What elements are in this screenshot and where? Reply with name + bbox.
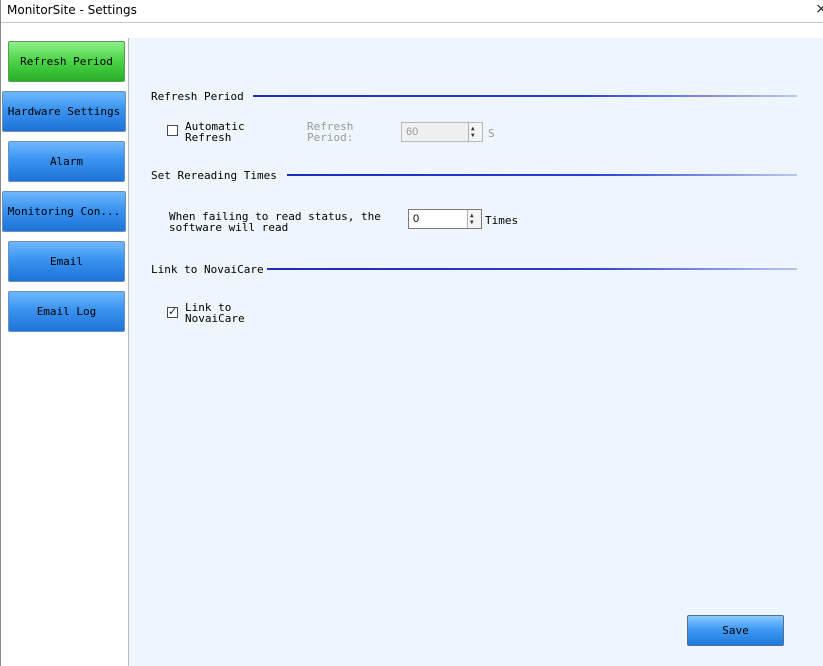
sidebar-item-label: Hardware Settings [7,105,121,118]
save-button[interactable]: Save [687,615,784,646]
section-divider [253,95,797,97]
stepper-arrows[interactable]: ▲ ▼ [468,123,482,141]
rereading-heading: Set Rereading Times [151,169,277,182]
automatic-refresh-label: Automatic Refresh [185,120,245,144]
sidebar-item-label: Refresh Period [20,55,113,68]
close-icon[interactable]: × [815,1,823,17]
sidebar-item-hardware-settings[interactable]: Hardware Settings [2,91,126,132]
sidebar: Refresh Period Hardware Settings Alarm M… [1,38,129,666]
sidebar-item-label: Alarm [49,155,84,168]
sidebar-item-refresh-period[interactable]: Refresh Period [8,41,125,82]
rereading-times-unit: Times [485,214,519,227]
sidebar-item-email[interactable]: Email [8,241,125,282]
arrow-down-icon[interactable]: ▼ [470,220,474,226]
sidebar-item-label: Email Log [36,305,97,318]
refresh-period-label: Refresh Period: [307,120,354,144]
rereading-description: When failing to read status, the softwar… [169,210,381,234]
link-novaicare-checkbox[interactable]: ✓ [167,305,178,318]
arrow-down-icon[interactable]: ▼ [471,133,475,139]
rereading-times-value: 0 [413,213,420,225]
refresh-period-value: 60 [406,126,419,138]
automatic-refresh-checkbox[interactable] [167,125,178,136]
novaicare-heading: Link to NovaiCare [151,263,264,276]
sidebar-item-label: Monitoring Con... [7,205,121,218]
settings-panel: Refresh Period Automatic Refresh Refresh… [129,38,823,666]
sidebar-item-alarm[interactable]: Alarm [8,141,125,182]
settings-window: MonitorSite - Settings × Refresh Period … [0,0,823,666]
sidebar-item-email-log[interactable]: Email Log [8,291,125,332]
link-novaicare-label: Link to NovaiCare [185,301,245,325]
stepper-arrows[interactable]: ▲ ▼ [467,210,481,228]
sidebar-item-label: Email [49,255,84,268]
window-title: MonitorSite - Settings [7,3,137,17]
refresh-period-unit: S [488,127,495,140]
refresh-period-heading: Refresh Period [151,90,244,103]
rereading-times-stepper[interactable]: 0 ▲ ▼ [408,209,482,229]
section-divider [267,268,797,270]
section-divider [287,174,797,176]
checkmark-icon: ✓ [168,305,178,318]
refresh-period-stepper[interactable]: 60 ▲ ▼ [401,122,483,142]
sidebar-item-monitoring-conditions[interactable]: Monitoring Con... [2,191,126,232]
title-bar: MonitorSite - Settings × [1,0,823,23]
